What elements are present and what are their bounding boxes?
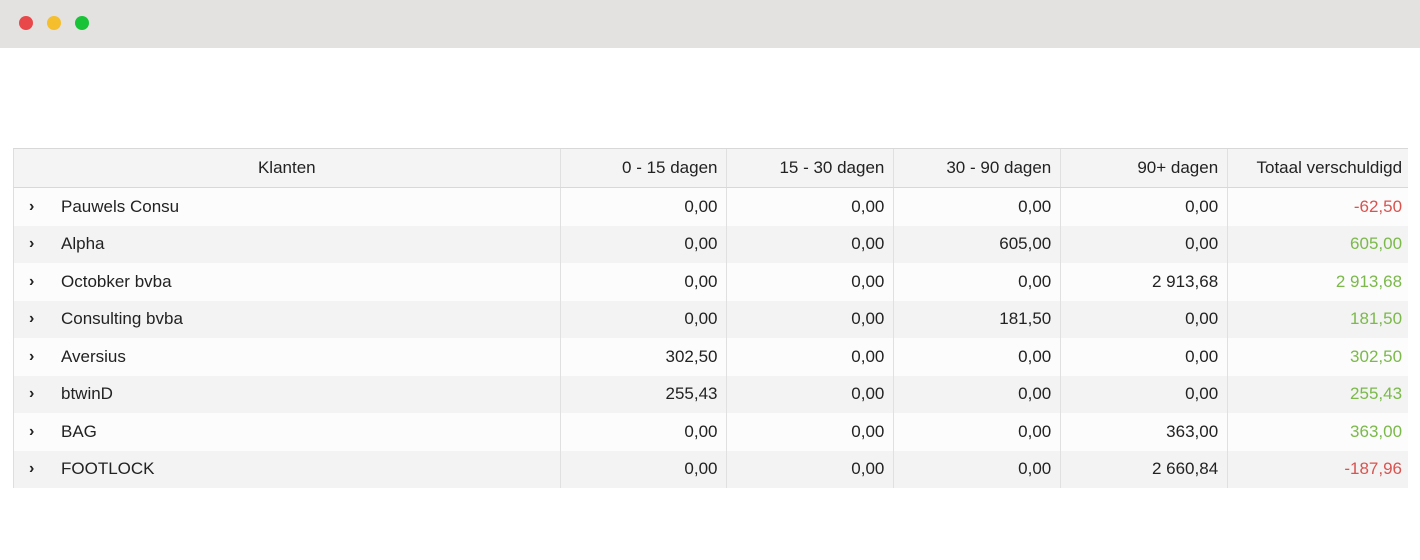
window-titlebar	[0, 0, 1420, 48]
cell-total: 181,50	[1350, 309, 1403, 329]
table-row[interactable]: › Octobker bvba 0,00 0,00 0,00 2 913,68 2 913,…	[13, 263, 1408, 301]
cell-90-plus: 0,00	[1061, 375, 1229, 413]
table-row[interactable]: › Alpha 0,00 0,00 605,00 0,00 605,00	[13, 225, 1408, 263]
cell-90-plus: 0,00	[1061, 300, 1229, 338]
cell-15-30: 0,00	[727, 375, 895, 413]
table-body: › Pauwels Consu 0,00 0,00 0,00 0,00 -62,50 › Alp…	[13, 188, 1408, 488]
cell-total: -187,96	[1344, 459, 1403, 479]
customer-name-cell: › Aversius	[14, 338, 561, 376]
cell-30-90: 0,00	[894, 263, 1062, 301]
chevron-right-icon[interactable]: ›	[29, 198, 43, 216]
cell-90-plus: 2 660,84	[1061, 450, 1229, 488]
column-header-klanten[interactable]: Klanten	[14, 149, 561, 187]
customer-name: BAG	[61, 421, 97, 441]
chevron-right-icon[interactable]: ›	[29, 348, 43, 366]
cell-total: 255,43	[1350, 384, 1403, 404]
cell-30-90: 0,00	[894, 338, 1062, 376]
column-header-30-90[interactable]: 30 - 90 dagen	[894, 149, 1062, 187]
customer-name: btwinD	[61, 384, 113, 404]
cell-15-30: 0,00	[727, 225, 895, 263]
cell-90-plus: 2 913,68	[1061, 263, 1229, 301]
customer-name-cell: › Octobker bvba	[14, 263, 561, 301]
cell-total: -62,50	[1353, 196, 1403, 216]
cell-0-15: 0,00	[561, 188, 728, 226]
customer-name: Alpha	[61, 234, 105, 254]
cell-15-30: 0,00	[727, 450, 895, 488]
cell-0-15: 302,50	[561, 338, 728, 376]
cell-90-plus: 0,00	[1061, 188, 1229, 226]
aging-table: Klanten 0 - 15 dagen 15 - 30 dagen 30 - …	[13, 148, 1408, 488]
column-header-totaal[interactable]: Totaal verschuldigd	[1228, 149, 1408, 187]
chevron-right-icon[interactable]: ›	[29, 385, 43, 403]
cell-90-plus: 363,00	[1061, 413, 1229, 451]
cell-30-90: 0,00	[894, 188, 1062, 226]
cell-0-15: 0,00	[561, 300, 728, 338]
customer-name-cell: › BAG	[14, 413, 561, 451]
cell-30-90: 0,00	[894, 375, 1062, 413]
column-header-15-30[interactable]: 15 - 30 dagen	[727, 149, 895, 187]
cell-0-15: 0,00	[561, 413, 728, 451]
table-row[interactable]: › Consulting bvba 0,00 0,00 181,50 0,00 181,50	[13, 300, 1408, 338]
cell-0-15: 255,43	[561, 375, 728, 413]
column-header-0-15[interactable]: 0 - 15 dagen	[561, 149, 728, 187]
customer-name-cell: › FOOTLOCK	[14, 450, 561, 488]
table-header: Klanten 0 - 15 dagen 15 - 30 dagen 30 - …	[13, 148, 1408, 188]
cell-total: 2 913,68	[1335, 271, 1403, 291]
cell-15-30: 0,00	[727, 338, 895, 376]
chevron-right-icon[interactable]: ›	[29, 310, 43, 328]
customer-name-cell: › Consulting bvba	[14, 300, 561, 338]
close-window-button[interactable]	[19, 16, 33, 30]
customer-name: Pauwels Consu	[61, 196, 180, 216]
cell-15-30: 0,00	[727, 413, 895, 451]
chevron-right-icon[interactable]: ›	[29, 423, 43, 441]
table-row[interactable]: › btwinD 255,43 0,00 0,00 0,00 255,43	[13, 375, 1408, 413]
table-row[interactable]: › Aversius 302,50 0,00 0,00 0,00 302,50	[13, 338, 1408, 376]
chevron-right-icon[interactable]: ›	[29, 273, 43, 291]
cell-15-30: 0,00	[727, 188, 895, 226]
table-row[interactable]: › BAG 0,00 0,00 0,00 363,00 363,00	[13, 413, 1408, 451]
maximize-window-button[interactable]	[75, 16, 89, 30]
customer-name: FOOTLOCK	[61, 459, 155, 479]
column-header-90-plus[interactable]: 90+ dagen	[1061, 149, 1229, 187]
cell-30-90: 0,00	[894, 450, 1062, 488]
customer-name: Consulting bvba	[61, 309, 183, 329]
table-row[interactable]: › FOOTLOCK 0,00 0,00 0,00 2 660,84 -187,96	[13, 450, 1408, 488]
customer-name-cell: › Pauwels Consu	[14, 188, 561, 226]
customer-name-cell: › btwinD	[14, 375, 561, 413]
cell-total: 302,50	[1350, 346, 1403, 366]
cell-90-plus: 0,00	[1061, 225, 1229, 263]
cell-30-90: 605,00	[894, 225, 1062, 263]
cell-15-30: 0,00	[727, 300, 895, 338]
chevron-right-icon[interactable]: ›	[29, 235, 43, 253]
customer-name: Aversius	[61, 346, 126, 366]
cell-total: 605,00	[1350, 234, 1403, 254]
cell-total: 363,00	[1350, 421, 1403, 441]
table-row[interactable]: › Pauwels Consu 0,00 0,00 0,00 0,00 -62,50	[13, 188, 1408, 226]
cell-0-15: 0,00	[561, 450, 728, 488]
cell-15-30: 0,00	[727, 263, 895, 301]
chevron-right-icon[interactable]: ›	[29, 460, 43, 478]
customer-name: Octobker bvba	[61, 271, 172, 291]
cell-0-15: 0,00	[561, 225, 728, 263]
minimize-window-button[interactable]	[47, 16, 61, 30]
cell-0-15: 0,00	[561, 263, 728, 301]
cell-30-90: 181,50	[894, 300, 1062, 338]
customer-name-cell: › Alpha	[14, 225, 561, 263]
cell-90-plus: 0,00	[1061, 338, 1229, 376]
cell-30-90: 0,00	[894, 413, 1062, 451]
